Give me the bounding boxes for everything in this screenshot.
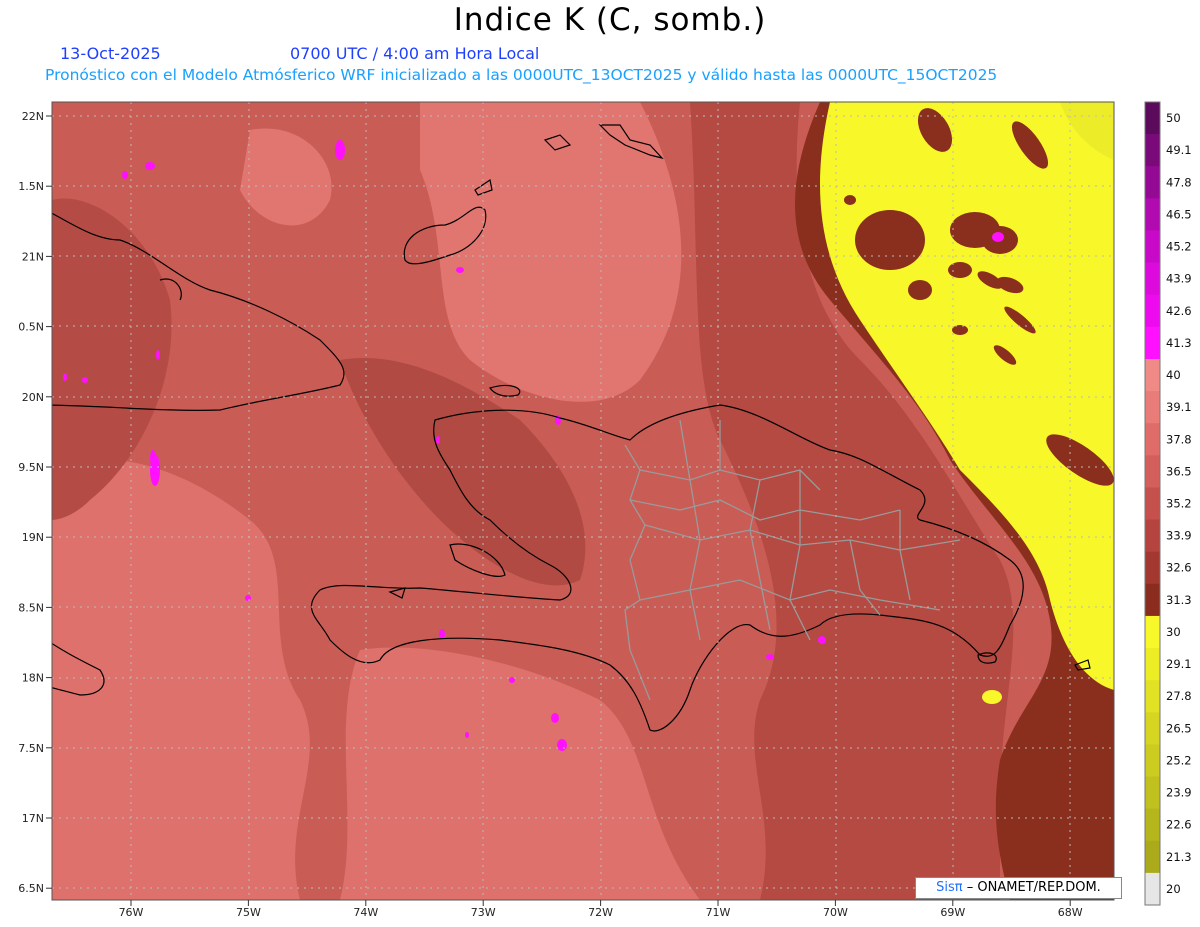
colorbar-label: 41.3 (1166, 336, 1192, 350)
colorbar-swatch (1145, 808, 1160, 842)
colorbar-swatch (1145, 680, 1160, 713)
colorbar-swatch (1145, 840, 1160, 874)
colorbar-swatch (1145, 872, 1160, 906)
colorbar-label: 35.2 (1166, 497, 1192, 511)
colorbar-label: 29.1 (1166, 657, 1192, 671)
lon-label: 69W (940, 906, 965, 919)
lon-label: 76W (119, 906, 144, 919)
colorbar-label: 21.3 (1166, 850, 1192, 864)
colorbar-swatch (1145, 198, 1160, 231)
k-index-map: 22N 1.5N 21N 0.5N 20N 9.5N 19N 8.5N 18N 7.5N 17N 6.… (18, 101, 1192, 919)
lat-label: 7.5N (18, 742, 44, 755)
colorbar-swatch (1145, 648, 1160, 681)
lat-label: 0.5N (18, 321, 44, 334)
colorbar-label: 36.5 (1166, 464, 1192, 478)
colorbar-label: 25.2 (1166, 753, 1192, 767)
colorbar-swatch (1145, 551, 1160, 585)
lat-label: 9.5N (18, 461, 44, 474)
colorbar-label: 27.8 (1166, 689, 1192, 703)
lat-label: 20N (22, 391, 44, 404)
colorbar-swatch (1145, 519, 1160, 553)
colorbar-swatch (1145, 455, 1160, 488)
colorbar-label: 43.9 (1166, 272, 1192, 286)
colorbar-swatch (1145, 391, 1160, 424)
colorbar-swatch (1145, 712, 1160, 745)
colorbar-label: 22.6 (1166, 818, 1192, 832)
colorbar-label: 42.6 (1166, 304, 1192, 318)
lat-label: 17N (22, 812, 44, 825)
colorbar-swatch (1145, 294, 1160, 328)
colorbar-label: 31.3 (1166, 593, 1192, 607)
colorbar-swatch (1145, 358, 1160, 392)
credit-text: – ONAMET/REP.DOM. (966, 880, 1101, 895)
colorbar-label: 20 (1166, 882, 1181, 896)
lon-label: 71W (706, 906, 731, 919)
lon-label: 73W (471, 906, 496, 919)
colorbar-label: 23.9 (1166, 786, 1192, 800)
colorbar-swatch (1145, 487, 1160, 521)
colorbar-swatch (1145, 423, 1160, 456)
colorbar-label: 45.2 (1166, 240, 1192, 254)
lat-label: 19N (22, 531, 44, 544)
lon-label: 68W (1058, 906, 1083, 919)
colorbar-label: 30 (1166, 625, 1181, 639)
colorbar-label: 39.1 (1166, 400, 1192, 414)
lon-label: 74W (353, 906, 378, 919)
colorbar-swatch (1145, 134, 1160, 167)
lat-label: 18N (22, 672, 44, 685)
lat-label: 21N (22, 250, 44, 263)
colorbar-swatch (1145, 744, 1160, 778)
credit-box: Sisπ – ONAMET/REP.DOM. (915, 877, 1122, 899)
colorbar-label: 32.6 (1166, 561, 1192, 575)
colorbar-swatch (1145, 326, 1160, 360)
colorbar-label: 26.5 (1166, 721, 1192, 735)
colorbar-swatch (1145, 776, 1160, 810)
colorbar-swatch (1145, 102, 1160, 135)
colorbar-swatch (1145, 230, 1160, 264)
lon-label: 75W (236, 906, 261, 919)
lat-label: 8.5N (18, 601, 44, 614)
colorbar-label: 33.9 (1166, 529, 1192, 543)
colorbar-label: 49.1 (1166, 143, 1192, 157)
colorbar-swatch (1145, 615, 1160, 649)
sis-logo: Sisπ (936, 880, 963, 895)
colorbar-label: 50 (1166, 111, 1181, 125)
lat-label: 22N (22, 110, 44, 123)
colorbar-label: 46.5 (1166, 207, 1192, 221)
colorbar-label: 37.8 (1166, 432, 1192, 446)
colorbar-label: 40 (1166, 368, 1181, 382)
latitude-axis: 22N 1.5N 21N 0.5N 20N 9.5N 19N 8.5N 18N 7.5N 17N 6.… (18, 110, 52, 895)
colorbar: 50 49.1 47.8 46.5 45.2 43.9 42.6 41.3 40 39.1 37.8… (1144, 101, 1192, 906)
longitude-axis: 76W 75W 74W 73W 72W 71W 70W 69W 68W (119, 900, 1083, 919)
colorbar-swatch (1145, 166, 1160, 199)
yellow-patch (982, 690, 1002, 704)
lon-label: 72W (588, 906, 613, 919)
colorbar-swatch (1145, 262, 1160, 296)
lon-label: 70W (823, 906, 848, 919)
lat-label: 6.5N (18, 882, 44, 895)
colorbar-swatch (1145, 583, 1160, 617)
lat-label: 1.5N (18, 180, 44, 193)
colorbar-label: 47.8 (1166, 175, 1192, 189)
